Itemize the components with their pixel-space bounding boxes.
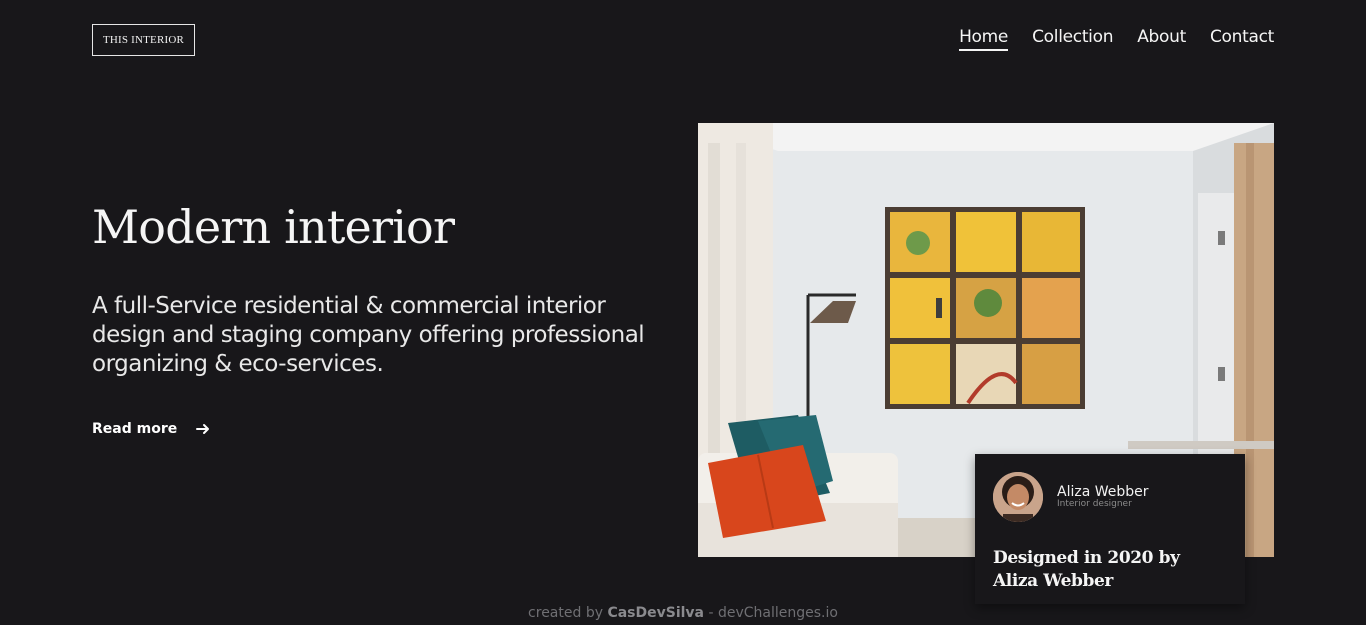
nav-collection[interactable]: Collection: [1032, 27, 1113, 51]
footer-author-link[interactable]: CasDevSilva: [607, 605, 704, 621]
caption-line-2: Aliza Webber: [993, 571, 1113, 591]
arrow-right-icon: [196, 424, 210, 434]
main-nav: Home Collection About Contact: [959, 27, 1274, 51]
read-more-label: Read more: [92, 421, 178, 437]
logo[interactable]: THIS INTERIOR: [92, 24, 195, 56]
nav-contact[interactable]: Contact: [1210, 27, 1274, 51]
logo-text: THIS INTERIOR: [102, 34, 185, 46]
nav-about[interactable]: About: [1137, 27, 1186, 51]
read-more-link[interactable]: Read more: [92, 421, 211, 437]
footer-suffix: - devChallenges.io: [704, 605, 838, 621]
designer-role: Interior designer: [1057, 499, 1132, 509]
hero-description: A full-Service residential & commercial …: [92, 293, 645, 377]
caption-line-1: Designed in 2020 by: [993, 548, 1180, 568]
footer-prefix: created by: [528, 605, 608, 621]
designer-name: Aliza Webber: [1057, 484, 1149, 500]
footer: created by CasDevSilva - devChallenges.i…: [0, 605, 1366, 621]
hero-title: Modern interior: [92, 200, 455, 254]
designer-card: Aliza Webber Interior designer Designed …: [975, 454, 1245, 604]
card-caption: Designed in 2020 by Aliza Webber: [993, 547, 1213, 593]
avatar: [993, 472, 1043, 522]
nav-home[interactable]: Home: [959, 27, 1008, 51]
